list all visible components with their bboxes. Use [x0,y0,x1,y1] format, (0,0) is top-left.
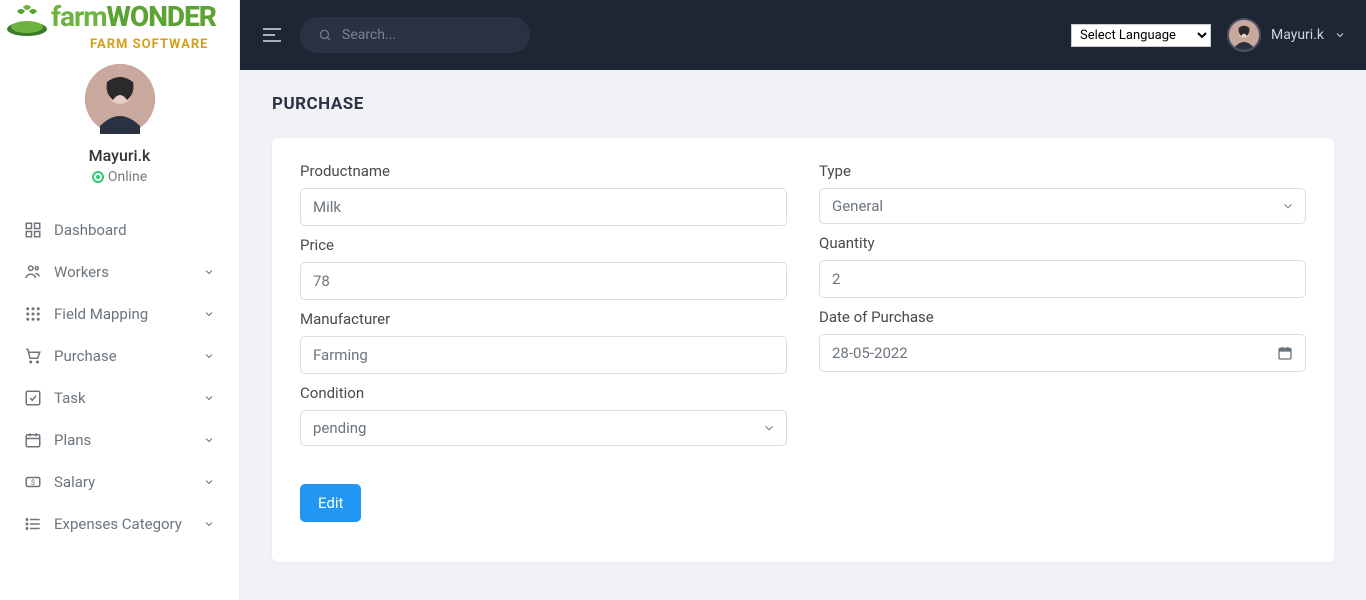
label-manufacturer: Manufacturer [300,310,787,328]
form-card: Productname Price Manufacturer Condition [272,138,1334,562]
select-type[interactable]: General [819,188,1306,224]
select-condition[interactable]: pending [300,410,787,446]
page-title: PURCHASE [272,94,1334,114]
main-area: Select Language Mayuri.k PURCHASE Produc… [240,0,1366,600]
cart-icon [24,347,42,365]
chevron-down-icon [1334,29,1346,41]
input-date-of-purchase[interactable]: 28-05-2022 [819,334,1306,372]
money-icon: $ [24,473,42,491]
chevron-down-icon [203,350,215,362]
nav-label: Salary [54,473,95,491]
input-quantity[interactable] [819,260,1306,298]
topbar: Select Language Mayuri.k [240,0,1366,70]
grid-icon [24,305,42,323]
chevron-down-icon [203,434,215,446]
profile-avatar [85,64,155,134]
input-manufacturer[interactable] [300,336,787,374]
nav-field-mapping[interactable]: Field Mapping [0,293,239,335]
chevron-down-icon [203,308,215,320]
chevron-down-icon [203,476,215,488]
nav-dashboard[interactable]: Dashboard [0,209,239,251]
user-menu[interactable]: Mayuri.k [1227,18,1346,52]
nav-label: Dashboard [54,221,127,239]
nav-plans[interactable]: Plans [0,419,239,461]
chevron-down-icon [203,392,215,404]
label-price: Price [300,236,787,254]
calendar-icon [24,431,42,449]
search-icon [318,27,332,43]
nav-purchase[interactable]: Purchase [0,335,239,377]
profile-status-text: Online [108,169,147,185]
logo-leaf-icon [5,3,49,41]
list-icon [24,515,42,533]
nav-label: Expenses Category [54,515,182,533]
profile-status: Online [0,169,239,185]
nav-expenses-category[interactable]: Expenses Category [0,503,239,545]
label-productname: Productname [300,162,787,180]
content: PURCHASE Productname Price Manufacturer [240,70,1366,600]
logo-text-farm: farm [51,0,107,33]
nav-label: Purchase [54,347,117,365]
sidebar: farmWONDER FARM SOFTWARE Mayuri.k Online… [0,0,240,600]
nav-label: Workers [54,263,109,281]
logo: farmWONDER FARM SOFTWARE [0,0,239,56]
dashboard-icon [24,221,42,239]
calendar-icon [1277,345,1293,361]
search-box[interactable] [300,17,530,53]
nav-label: Task [54,389,86,407]
chevron-down-icon [203,518,215,530]
nav-salary[interactable]: $ Salary [0,461,239,503]
input-price[interactable] [300,262,787,300]
logo-text-wonder: WONDER [106,0,215,33]
profile-name: Mayuri.k [0,146,239,165]
label-type: Type [819,162,1306,180]
profile-block: Mayuri.k Online [0,56,239,201]
menu-toggle-icon[interactable] [260,23,284,47]
language-select[interactable]: Select Language [1071,24,1211,47]
nav-label: Plans [54,431,91,449]
user-avatar-small [1227,18,1261,52]
nav-label: Field Mapping [54,305,148,323]
input-productname[interactable] [300,188,787,226]
label-condition: Condition [300,384,787,402]
label-quantity: Quantity [819,234,1306,252]
svg-text:$: $ [31,478,35,487]
search-input[interactable] [342,27,512,43]
chevron-down-icon [203,266,215,278]
label-date: Date of Purchase [819,308,1306,326]
edit-button[interactable]: Edit [300,484,361,522]
nav-task[interactable]: Task [0,377,239,419]
workers-icon [24,263,42,281]
user-name: Mayuri.k [1271,27,1324,43]
checkbox-icon [24,389,42,407]
sidebar-nav: Dashboard Workers Field Mapping Purchase… [0,201,239,553]
date-value: 28-05-2022 [832,344,908,362]
online-status-icon [92,171,104,183]
nav-workers[interactable]: Workers [0,251,239,293]
